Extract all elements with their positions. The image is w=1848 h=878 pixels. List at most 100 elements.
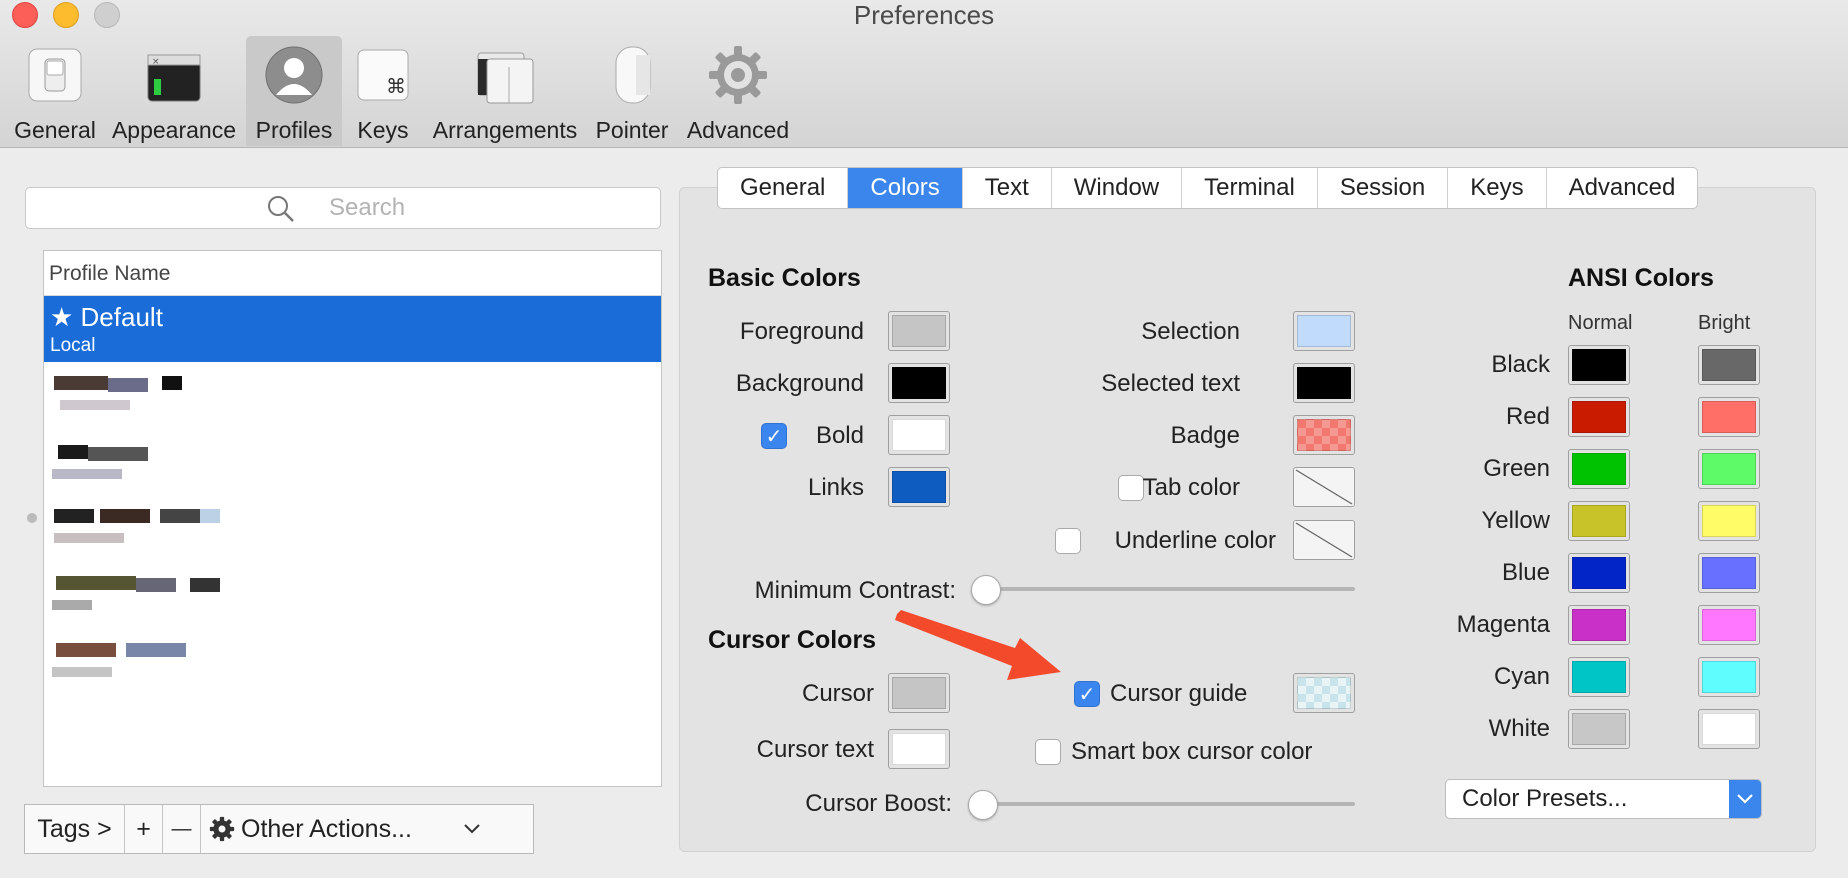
selected-text-color-well[interactable] bbox=[1293, 363, 1355, 403]
profile-row-selected[interactable]: ★ Default Local bbox=[44, 296, 661, 362]
ansi-black-bright-color-well[interactable] bbox=[1698, 345, 1760, 385]
switch-icon bbox=[25, 45, 85, 105]
cursor-label: Cursor bbox=[801, 680, 874, 707]
ansi-green-bright-color-well[interactable] bbox=[1698, 449, 1760, 489]
toolbar-keys[interactable]: ⌘ Keys bbox=[350, 36, 416, 146]
ansi-magenta-bright-color-well[interactable] bbox=[1698, 605, 1760, 645]
profile-row-redacted[interactable] bbox=[50, 376, 270, 426]
toolbar-label: Profiles bbox=[255, 117, 333, 143]
toolbar-label: Appearance bbox=[111, 117, 237, 143]
minimum-contrast-label: Minimum Contrast: bbox=[754, 577, 956, 604]
ansi-blue-bright-color-well[interactable] bbox=[1698, 553, 1760, 593]
cursor-guide-checkbox[interactable]: ✓ bbox=[1074, 681, 1100, 707]
ansi-blue-normal-color-well[interactable] bbox=[1568, 553, 1630, 593]
toolbar-label: Arrangements bbox=[432, 117, 578, 143]
search-placeholder: Search bbox=[329, 194, 406, 221]
toolbar-appearance[interactable]: × Appearance bbox=[110, 36, 238, 146]
cursor-guide-label: Cursor guide bbox=[1110, 680, 1248, 707]
drag-handle-dot bbox=[27, 513, 37, 523]
toolbar-label: Keys bbox=[357, 117, 409, 143]
minimum-contrast-slider-track[interactable] bbox=[975, 587, 1355, 591]
cursor-boost-slider-knob[interactable] bbox=[968, 790, 998, 820]
ansi-red-normal-color-well[interactable] bbox=[1568, 397, 1630, 437]
cursor-boost-slider-track[interactable] bbox=[975, 802, 1355, 806]
basic-colors-heading: Basic Colors bbox=[708, 264, 861, 292]
ansi-green-label: Green bbox=[1483, 455, 1550, 482]
cursor-colors-heading: Cursor Colors bbox=[708, 626, 877, 654]
links-label: Links bbox=[807, 474, 864, 501]
selection-color-well[interactable] bbox=[1293, 311, 1355, 351]
tab-colors[interactable]: Colors bbox=[848, 168, 963, 208]
badge-label: Badge bbox=[1170, 422, 1240, 449]
profile-name: ★ Default bbox=[50, 302, 163, 332]
toolbar-label: General bbox=[14, 117, 96, 143]
ansi-yellow-bright-color-well[interactable] bbox=[1698, 501, 1760, 541]
profile-row-redacted[interactable] bbox=[50, 643, 270, 693]
toolbar-general[interactable]: General bbox=[12, 36, 98, 146]
ansi-magenta-label: Magenta bbox=[1456, 611, 1550, 638]
ansi-black-normal-color-well[interactable] bbox=[1568, 345, 1630, 385]
ansi-cyan-normal-color-well[interactable] bbox=[1568, 657, 1630, 697]
chevron-down-icon bbox=[464, 824, 480, 834]
svg-text:⌘: ⌘ bbox=[386, 74, 406, 98]
tab-color-well-disabled[interactable] bbox=[1293, 467, 1355, 507]
search-icon bbox=[268, 196, 294, 222]
tab-keys[interactable]: Keys bbox=[1448, 168, 1547, 208]
tab-color-label: Tab color bbox=[1142, 474, 1240, 501]
cursor-guide-color-well[interactable] bbox=[1293, 673, 1355, 713]
remove-profile-button[interactable]: — bbox=[163, 805, 201, 853]
appearance-window-icon: × bbox=[144, 45, 204, 105]
mouse-icon bbox=[602, 45, 662, 105]
profile-name-column-header[interactable]: Profile Name bbox=[44, 251, 661, 296]
add-profile-button[interactable]: + bbox=[125, 805, 163, 853]
ansi-green-normal-color-well[interactable] bbox=[1568, 449, 1630, 489]
ansi-normal-header: Normal bbox=[1568, 312, 1633, 334]
ansi-red-bright-color-well[interactable] bbox=[1698, 397, 1760, 437]
tab-window[interactable]: Window bbox=[1052, 168, 1183, 208]
ansi-white-bright-color-well[interactable] bbox=[1698, 709, 1760, 749]
toolbar-arrangements[interactable]: Arrangements bbox=[430, 36, 580, 146]
links-color-well[interactable] bbox=[888, 467, 950, 507]
toolbar-pointer[interactable]: Pointer bbox=[592, 36, 672, 146]
ansi-magenta-normal-color-well[interactable] bbox=[1568, 605, 1630, 645]
ansi-blue-label: Blue bbox=[1501, 559, 1550, 586]
minimum-contrast-slider-knob[interactable] bbox=[971, 575, 1001, 605]
selection-label: Selection bbox=[1141, 318, 1240, 345]
search-input[interactable]: Search bbox=[25, 187, 661, 229]
profile-actions-bar: Tags > + — Other Actions... bbox=[24, 804, 534, 854]
tab-terminal[interactable]: Terminal bbox=[1182, 168, 1318, 208]
tab-general[interactable]: General bbox=[718, 168, 849, 208]
smart-box-cursor-label: Smart box cursor color bbox=[1071, 738, 1313, 765]
tags-button[interactable]: Tags > bbox=[25, 805, 125, 853]
ansi-white-normal-color-well[interactable] bbox=[1568, 709, 1630, 749]
ansi-yellow-normal-color-well[interactable] bbox=[1568, 501, 1630, 541]
tab-session[interactable]: Session bbox=[1318, 168, 1449, 208]
cursor-text-color-well[interactable] bbox=[888, 729, 950, 769]
underline-color-well-disabled[interactable] bbox=[1293, 520, 1355, 560]
color-presets-dropdown[interactable]: Color Presets... bbox=[1445, 779, 1762, 819]
smart-box-cursor-checkbox[interactable] bbox=[1035, 739, 1061, 765]
bold-color-well[interactable] bbox=[888, 415, 950, 455]
profile-person-icon bbox=[264, 45, 324, 105]
profile-row-redacted[interactable] bbox=[50, 509, 270, 559]
cursor-boost-label: Cursor Boost: bbox=[805, 790, 952, 817]
profile-table: Profile Name ★ Default Local bbox=[43, 250, 662, 787]
tab-advanced[interactable]: Advanced bbox=[1547, 168, 1698, 208]
ansi-red-label: Red bbox=[1505, 403, 1550, 430]
toolbar-label: Advanced bbox=[686, 117, 790, 143]
background-color-well[interactable] bbox=[888, 363, 950, 403]
foreground-color-well[interactable] bbox=[888, 311, 950, 351]
arrangements-windows-icon bbox=[475, 45, 535, 105]
ansi-cyan-bright-color-well[interactable] bbox=[1698, 657, 1760, 697]
profile-row-redacted[interactable] bbox=[50, 443, 270, 493]
chevron-down-icon bbox=[1729, 780, 1761, 818]
profile-row-redacted[interactable] bbox=[50, 576, 270, 626]
annotation-arrow bbox=[895, 610, 1061, 680]
other-actions-dropdown[interactable]: Other Actions... bbox=[201, 805, 531, 853]
gear-icon bbox=[209, 816, 235, 842]
tab-text[interactable]: Text bbox=[963, 168, 1052, 208]
badge-color-well[interactable] bbox=[1293, 415, 1355, 455]
toolbar-profiles[interactable]: Profiles bbox=[246, 36, 342, 146]
ansi-yellow-label: Yellow bbox=[1481, 507, 1551, 534]
toolbar-advanced[interactable]: Advanced bbox=[686, 36, 790, 146]
